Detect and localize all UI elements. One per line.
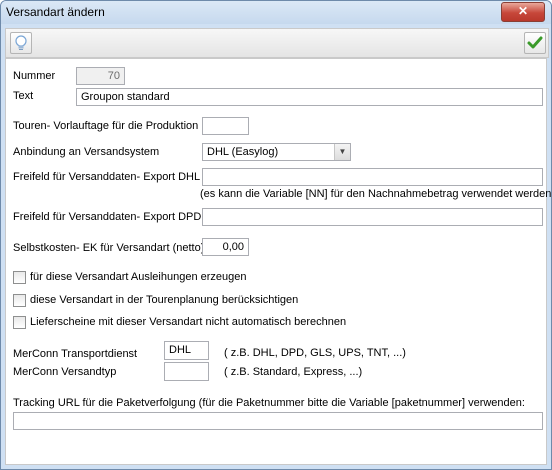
merconn-versandtyp-hint: ( z.B. Standard, Express, ...) [224, 366, 363, 378]
merconn-versandtyp-label: MerConn Versandtyp [13, 366, 117, 378]
close-button[interactable]: ✕ [501, 2, 545, 22]
freifeld-dhl-hint: (es kann die Variable [NN] für den Nachn… [200, 188, 552, 200]
merconn-versandtyp-field[interactable] [164, 362, 209, 381]
touren-label: Touren- Vorlauftage für die Produktion [13, 120, 199, 132]
tourenplanung-label: diese Versandart in der Tourenplanung be… [30, 294, 299, 306]
text-label: Text [13, 90, 34, 102]
lightbulb-icon [15, 35, 27, 50]
touren-field[interactable] [202, 117, 249, 135]
selbstkosten-field[interactable]: 0,00 [202, 238, 249, 256]
merconn-transportdienst-field[interactable]: DHL [164, 341, 209, 360]
tracking-url-field[interactable] [13, 412, 543, 430]
window-title: Versandart ändern [6, 5, 105, 19]
nummer-field[interactable]: 70 [76, 67, 125, 85]
dialog-window: Versandart ändern ✕ Nummer 70 Text Group… [0, 0, 552, 470]
lieferscheine-label: Lieferscheine mit dieser Versandart nich… [30, 316, 347, 328]
freifeld-dhl-field[interactable] [202, 168, 543, 186]
anbindung-select[interactable]: DHL (Easylog) ▼ [202, 143, 351, 161]
title-bar[interactable]: Versandart ändern ✕ [1, 1, 551, 24]
chevron-down-icon[interactable]: ▼ [334, 144, 350, 160]
selbstkosten-label: Selbstkosten- EK für Versandart (netto) [13, 242, 205, 254]
freifeld-dhl-label: Freifeld für Versanddaten- Export DHL [13, 171, 201, 183]
text-field[interactable]: Groupon standard [76, 88, 543, 106]
hint-button[interactable] [10, 32, 32, 54]
nummer-label: Nummer [13, 70, 56, 82]
ausleihungen-label: für diese Versandart Ausleihungen erzeug… [30, 271, 247, 283]
tracking-label: Tracking URL für die Paketverfolgung (fü… [13, 397, 525, 409]
lieferscheine-checkbox[interactable] [13, 316, 26, 329]
anbindung-value: DHL (Easylog) [207, 146, 279, 158]
freifeld-dpd-field[interactable] [202, 208, 543, 226]
form-panel: Nummer 70 Text Groupon standard Touren- … [5, 58, 551, 465]
ok-button[interactable] [524, 32, 546, 54]
ausleihungen-checkbox[interactable] [13, 271, 26, 284]
freifeld-dpd-label: Freifeld für Versanddaten- Export DPD [13, 211, 202, 223]
close-icon: ✕ [517, 4, 529, 18]
checkmark-icon [527, 36, 543, 49]
anbindung-label: Anbindung an Versandsystem [13, 146, 160, 158]
toolbar [5, 28, 549, 58]
tourenplanung-checkbox[interactable] [13, 294, 26, 307]
merconn-transportdienst-label: MerConn Transportdienst [13, 348, 138, 360]
merconn-transportdienst-hint: ( z.B. DHL, DPD, GLS, UPS, TNT, ...) [224, 347, 406, 359]
